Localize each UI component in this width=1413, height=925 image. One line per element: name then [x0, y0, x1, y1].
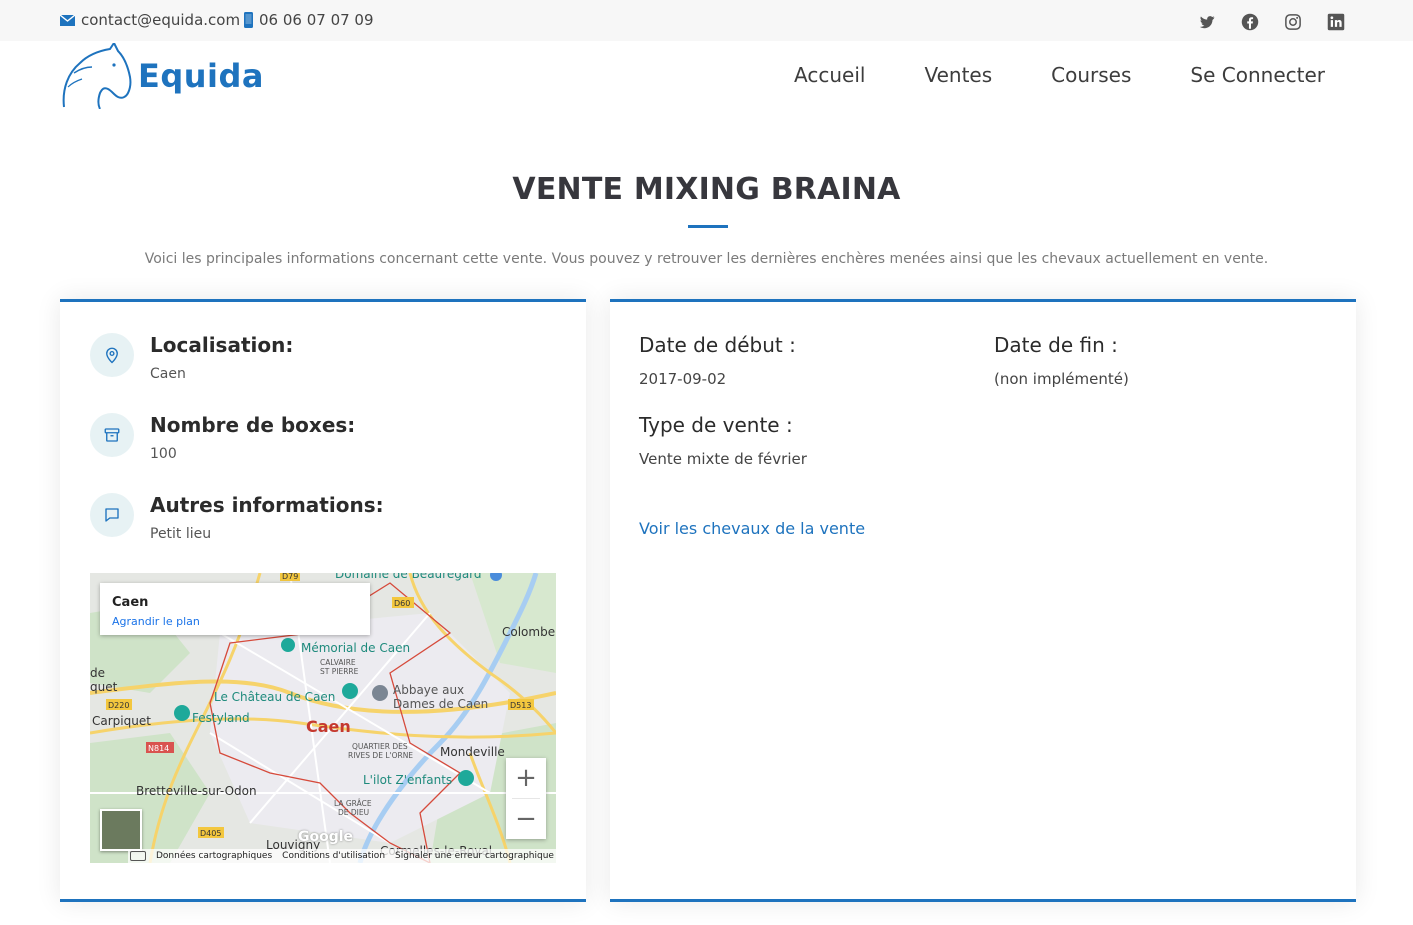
info-boxes-value: 100: [150, 446, 177, 462]
svg-text:LA GRÂCE: LA GRÂCE: [334, 799, 372, 808]
view-horses-link[interactable]: Voir les chevaux de la vente: [639, 519, 865, 538]
svg-text:Mondeville: Mondeville: [440, 745, 505, 759]
svg-text:CALVAIRE: CALVAIRE: [320, 658, 356, 667]
end-date-label: Date de fin :: [994, 333, 1118, 357]
svg-text:de: de: [90, 666, 105, 680]
svg-text:Dames de Caen: Dames de Caen: [393, 697, 488, 711]
sale-type-label: Type de vente :: [639, 413, 793, 437]
phone-text[interactable]: 06 06 07 07 09: [259, 11, 374, 29]
svg-text:Le Château de Caen: Le Château de Caen: [214, 690, 335, 704]
svg-text:D79: D79: [282, 573, 298, 581]
sale-type-value: Vente mixte de février: [639, 450, 807, 468]
horse-head-logo-icon: [62, 43, 132, 109]
main-nav: Accueil Ventes Courses Se Connecter: [794, 63, 1325, 87]
map-terms-link[interactable]: Conditions d'utilisation: [282, 851, 385, 861]
top-bar: contact@equida.com 06 06 07 07 09: [0, 0, 1413, 41]
site-header: Equida Accueil Ventes Courses Se Connect…: [0, 41, 1413, 113]
zoom-out-button[interactable]: −: [506, 799, 546, 839]
contact-phone[interactable]: 06 06 07 07 09: [244, 11, 374, 29]
info-location-value: Caen: [150, 366, 186, 382]
map-footer: Données cartographiques Conditions d'uti…: [128, 849, 556, 863]
contact-email[interactable]: contact@equida.com: [60, 11, 240, 29]
info-location: Localisation: Caen: [90, 333, 560, 393]
start-date-label: Date de début :: [639, 333, 796, 357]
info-location-label: Localisation:: [150, 333, 294, 357]
facebook-icon[interactable]: [1241, 13, 1259, 31]
map-pin-icon: [90, 333, 134, 377]
svg-text:N814: N814: [148, 744, 169, 753]
envelope-icon: [60, 14, 75, 26]
end-date-value: (non implémenté): [994, 370, 1129, 388]
svg-text:Colombelles: Colombelles: [502, 625, 556, 639]
map-enlarge-link[interactable]: Agrandir le plan: [112, 615, 200, 628]
map-place-title: Caen: [112, 595, 149, 610]
nav-ventes[interactable]: Ventes: [924, 63, 992, 87]
svg-text:Domaine de Beauregard: Domaine de Beauregard: [335, 573, 482, 581]
map-place-card: Caen Agrandir le plan: [100, 583, 370, 635]
svg-text:L'ilot Z'enfants: L'ilot Z'enfants: [363, 773, 452, 787]
svg-text:D60: D60: [394, 599, 410, 608]
svg-text:Festyland: Festyland: [192, 711, 250, 725]
svg-text:RIVES DE L'ORNE: RIVES DE L'ORNE: [348, 751, 413, 760]
logo-text: Equida: [138, 57, 265, 95]
email-text[interactable]: contact@equida.com: [81, 11, 240, 29]
title-divider: [688, 225, 728, 228]
svg-text:D405: D405: [200, 829, 221, 838]
info-other: Autres informations: Petit lieu: [90, 493, 560, 553]
svg-text:QUARTIER DES: QUARTIER DES: [352, 742, 408, 751]
page-subtitle: Voici les principales informations conce…: [144, 251, 1269, 267]
instagram-icon[interactable]: [1284, 13, 1302, 31]
google-logo: Google: [298, 829, 354, 845]
keyboard-icon[interactable]: [130, 851, 146, 861]
phone-icon: [244, 12, 253, 28]
location-map[interactable]: D79 D60 D220 N814 D513 D405 Domaine de B…: [90, 573, 556, 863]
nav-accueil[interactable]: Accueil: [794, 63, 865, 87]
social-links: [1198, 13, 1345, 31]
svg-text:Bretteville-sur-Odon: Bretteville-sur-Odon: [136, 784, 257, 798]
map-report-link[interactable]: Signaler une erreur cartographique: [395, 851, 554, 861]
archive-box-icon: [90, 413, 134, 457]
svg-text:ST PIERRE: ST PIERRE: [320, 667, 359, 676]
page-title: VENTE MIXING BRAINA: [512, 172, 901, 207]
info-other-label: Autres informations:: [150, 493, 384, 517]
map-data-link[interactable]: Données cartographiques: [156, 851, 272, 861]
sale-info-card: Localisation: Caen Nombre de boxes: 100 …: [60, 299, 586, 902]
sale-details-card: Date de début : 2017-09-02 Date de fin :…: [610, 299, 1356, 902]
satellite-toggle-button[interactable]: [100, 809, 142, 851]
start-date-value: 2017-09-02: [639, 370, 727, 388]
info-boxes-label: Nombre de boxes:: [150, 413, 356, 437]
svg-text:D513: D513: [510, 701, 531, 710]
linkedin-icon[interactable]: [1327, 13, 1345, 31]
svg-text:D220: D220: [108, 701, 129, 710]
nav-se-connecter[interactable]: Se Connecter: [1190, 63, 1325, 87]
svg-text:Caen: Caen: [306, 717, 351, 736]
svg-text:Carpiquet: Carpiquet: [92, 714, 151, 728]
sale-type-field: Type de vente : Vente mixte de février: [639, 413, 807, 468]
twitter-icon[interactable]: [1198, 13, 1216, 31]
end-date-field: Date de fin : (non implémenté): [994, 333, 1129, 388]
svg-text:DE DIEU: DE DIEU: [338, 808, 369, 817]
map-zoom-controls: + −: [506, 758, 546, 839]
svg-text:quet: quet: [90, 680, 118, 694]
chat-bubble-icon: [90, 493, 134, 537]
info-boxes: Nombre de boxes: 100: [90, 413, 560, 473]
svg-text:Mémorial de Caen: Mémorial de Caen: [301, 641, 410, 655]
svg-text:Abbaye aux: Abbaye aux: [393, 683, 464, 697]
logo[interactable]: Equida: [60, 43, 264, 109]
zoom-in-button[interactable]: +: [506, 758, 546, 798]
start-date-field: Date de début : 2017-09-02: [639, 333, 796, 388]
info-other-value: Petit lieu: [150, 526, 212, 542]
nav-courses[interactable]: Courses: [1051, 63, 1131, 87]
